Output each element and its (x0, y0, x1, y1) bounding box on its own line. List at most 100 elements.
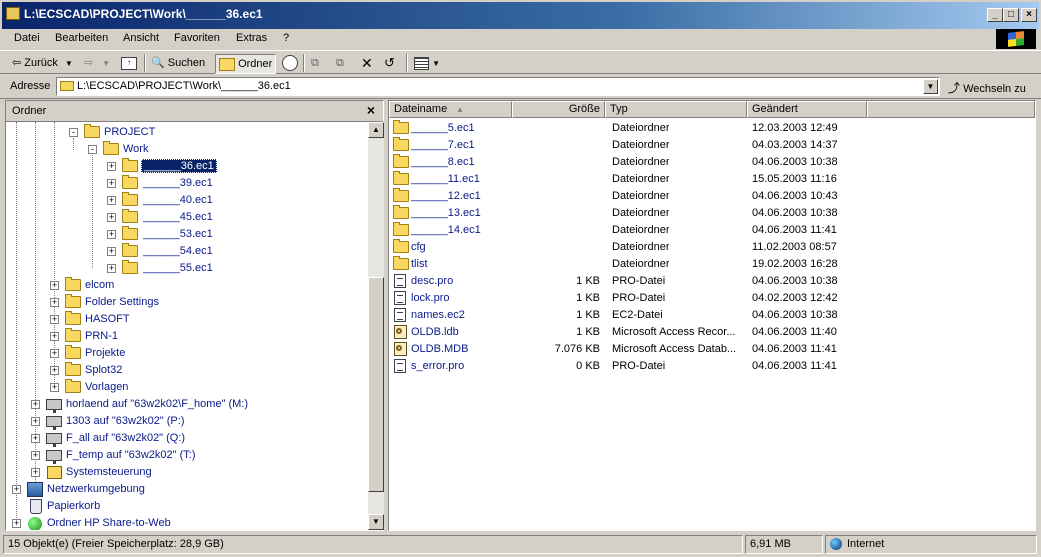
scroll-thumb[interactable] (368, 277, 384, 492)
file-row[interactable]: ______14.ec1 Dateiordner 04.06.2003 11:41 (389, 222, 1035, 239)
tree-item-share-to-web[interactable]: + Ordner HP Share-to-Web (6, 515, 366, 530)
menu-bearbeiten[interactable]: Bearbeiten (55, 31, 108, 45)
undo-button[interactable]: ↺ (384, 54, 395, 72)
tree-item-drive-m[interactable]: + horlaend auf "63w2k02\F_home" (M:) (6, 396, 366, 413)
expand-icon[interactable]: + (107, 213, 116, 222)
file-row[interactable]: desc.pro 1 KB PRO-Datei 04.06.2003 10:38 (389, 273, 1035, 290)
expand-icon[interactable]: + (50, 281, 59, 290)
expand-icon[interactable]: + (31, 417, 40, 426)
forward-button[interactable]: ⇨ ▼ (84, 54, 110, 72)
expand-icon[interactable]: + (50, 332, 59, 341)
tree-item-vorlagen[interactable]: + Vorlagen (6, 379, 366, 396)
tree-item-hasoft[interactable]: + HASOFT (6, 311, 366, 328)
expand-icon[interactable]: + (107, 196, 116, 205)
menu-ansicht[interactable]: Ansicht (123, 31, 159, 45)
tree-item-splot32[interactable]: + Splot32 (6, 362, 366, 379)
address-input[interactable]: L:\ECSCAD\PROJECT\Work\______36.ec1 ▼ (56, 77, 940, 96)
tree-item-drive-t[interactable]: + F_temp auf "63w2k02" (T:) (6, 447, 366, 464)
file-row[interactable]: tlist Dateiordner 19.02.2003 16:28 (389, 256, 1035, 273)
file-row[interactable]: lock.pro 1 KB PRO-Datei 04.02.2003 12:42 (389, 290, 1035, 307)
views-button[interactable]: ▼ (414, 54, 440, 72)
collapse-icon[interactable]: - (88, 145, 97, 154)
tree-item-papierkorb[interactable]: Papierkorb (6, 498, 366, 515)
expand-icon[interactable]: + (107, 230, 116, 239)
search-button[interactable]: 🔍 Suchen (151, 54, 205, 72)
column-header-size[interactable]: Größe (512, 101, 605, 118)
tree-item-folder-settings[interactable]: + Folder Settings (6, 294, 366, 311)
column-header-modified[interactable]: Geändert (747, 101, 867, 118)
menu-extras[interactable]: Extras (236, 31, 267, 45)
forward-dropdown-icon[interactable]: ▼ (102, 59, 110, 68)
file-row[interactable]: ______12.ec1 Dateiordner 04.06.2003 10:43 (389, 188, 1035, 205)
back-dropdown-icon[interactable]: ▼ (65, 59, 73, 68)
move-to-button[interactable]: ⧉ (311, 54, 319, 72)
file-row[interactable]: ______7.ec1 Dateiordner 04.03.2003 14:37 (389, 137, 1035, 154)
title-bar[interactable]: L:\ECSCAD\PROJECT\Work\______36.ec1 _ □ … (0, 0, 1041, 29)
tree-item-prn-1[interactable]: + PRN-1 (6, 328, 366, 345)
tree-item-project[interactable]: - PROJECT (6, 124, 366, 141)
file-row[interactable]: ______13.ec1 Dateiordner 04.06.2003 10:38 (389, 205, 1035, 222)
file-row[interactable]: names.ec2 1 KB EC2-Datei 04.06.2003 10:38 (389, 307, 1035, 324)
tree-item-elcom[interactable]: + elcom (6, 277, 366, 294)
tree-item-36-ec1[interactable]: + ______36.ec1 (6, 158, 366, 175)
file-row[interactable]: s_error.pro 0 KB PRO-Datei 04.06.2003 11:41 (389, 358, 1035, 375)
tree-item-55-ec1[interactable]: + ______55.ec1 (6, 260, 366, 277)
folder-tree[interactable]: - PROJECT - Work + ______36.ec1 + ______… (6, 122, 368, 530)
file-row[interactable]: OLDB.MDB 7.076 KB Microsoft Access Datab..… (389, 341, 1035, 358)
tree-item-45-ec1[interactable]: + ______45.ec1 (6, 209, 366, 226)
maximize-button[interactable]: □ (1003, 8, 1019, 22)
menu-favoriten[interactable]: Favoriten (174, 31, 220, 45)
file-row[interactable]: ______8.ec1 Dateiordner 04.06.2003 10:38 (389, 154, 1035, 171)
expand-icon[interactable]: + (31, 451, 40, 460)
tree-item-netzwerkumgebung[interactable]: + Netzwerkumgebung (6, 481, 366, 498)
expand-icon[interactable]: + (31, 434, 40, 443)
copy-to-button[interactable]: ⧉ (336, 54, 344, 72)
expand-icon[interactable]: + (50, 298, 59, 307)
tree-item-39-ec1[interactable]: + ______39.ec1 (6, 175, 366, 192)
menu-help[interactable]: ? (283, 31, 289, 45)
scroll-down-button[interactable]: ▼ (368, 514, 384, 530)
history-button[interactable] (282, 54, 298, 72)
expand-icon[interactable]: + (31, 468, 40, 477)
menu-datei[interactable]: Datei (14, 31, 40, 45)
expand-icon[interactable]: + (107, 264, 116, 273)
address-dropdown-button[interactable]: ▼ (923, 79, 938, 94)
expand-icon[interactable]: + (31, 400, 40, 409)
column-header-type[interactable]: Typ (605, 101, 747, 118)
file-row[interactable]: cfg Dateiordner 11.02.2003 08:57 (389, 239, 1035, 256)
tree-item-projekte[interactable]: + Projekte (6, 345, 366, 362)
go-button[interactable]: ⤴ Wechseln zu (948, 79, 1026, 96)
expand-icon[interactable]: + (50, 349, 59, 358)
file-row[interactable]: ______5.ec1 Dateiordner 12.03.2003 12:49 (389, 120, 1035, 137)
expand-icon[interactable]: + (12, 485, 21, 494)
column-header-name[interactable]: Dateiname ▲ (389, 101, 512, 118)
expand-icon[interactable]: + (107, 162, 116, 171)
expand-icon[interactable]: + (12, 519, 21, 528)
close-button[interactable]: × (1021, 8, 1037, 22)
file-list[interactable]: Dateiname ▲ Größe Typ Geändert ______5.e… (388, 100, 1036, 531)
minimize-button[interactable]: _ (987, 8, 1003, 22)
folders-button[interactable]: Ordner (215, 54, 277, 74)
expand-icon[interactable]: + (50, 383, 59, 392)
back-button[interactable]: ⇦ Zurück ▼ (12, 54, 73, 72)
expand-icon[interactable]: + (50, 366, 59, 375)
expand-icon[interactable]: + (107, 179, 116, 188)
up-folder-button[interactable]: ↑ (121, 54, 137, 72)
collapse-icon[interactable]: - (69, 128, 78, 137)
expand-icon[interactable]: + (50, 315, 59, 324)
folder-pane-close-button[interactable]: × (367, 102, 375, 118)
tree-item-54-ec1[interactable]: + ______54.ec1 (6, 243, 366, 260)
folder-tree-scrollbar[interactable]: ▲ ▼ (368, 122, 384, 530)
tree-item-53-ec1[interactable]: + ______53.ec1 (6, 226, 366, 243)
delete-button[interactable]: ✕ (361, 54, 373, 72)
file-row[interactable]: ______11.ec1 Dateiordner 15.05.2003 11:16 (389, 171, 1035, 188)
tree-item-40-ec1[interactable]: + ______40.ec1 (6, 192, 366, 209)
tree-item-drive-p[interactable]: + 1303 auf "63w2k02" (P:) (6, 413, 366, 430)
tree-item-drive-q[interactable]: + F_all auf "63w2k02" (Q:) (6, 430, 366, 447)
file-row[interactable]: OLDB.ldb 1 KB Microsoft Access Recor... 04.… (389, 324, 1035, 341)
expand-icon[interactable]: + (107, 247, 116, 256)
tree-item-systemsteuerung[interactable]: + Systemsteuerung (6, 464, 366, 481)
scroll-up-button[interactable]: ▲ (368, 122, 384, 138)
views-dropdown-icon[interactable]: ▼ (432, 59, 440, 68)
tree-item-work[interactable]: - Work (6, 141, 366, 158)
